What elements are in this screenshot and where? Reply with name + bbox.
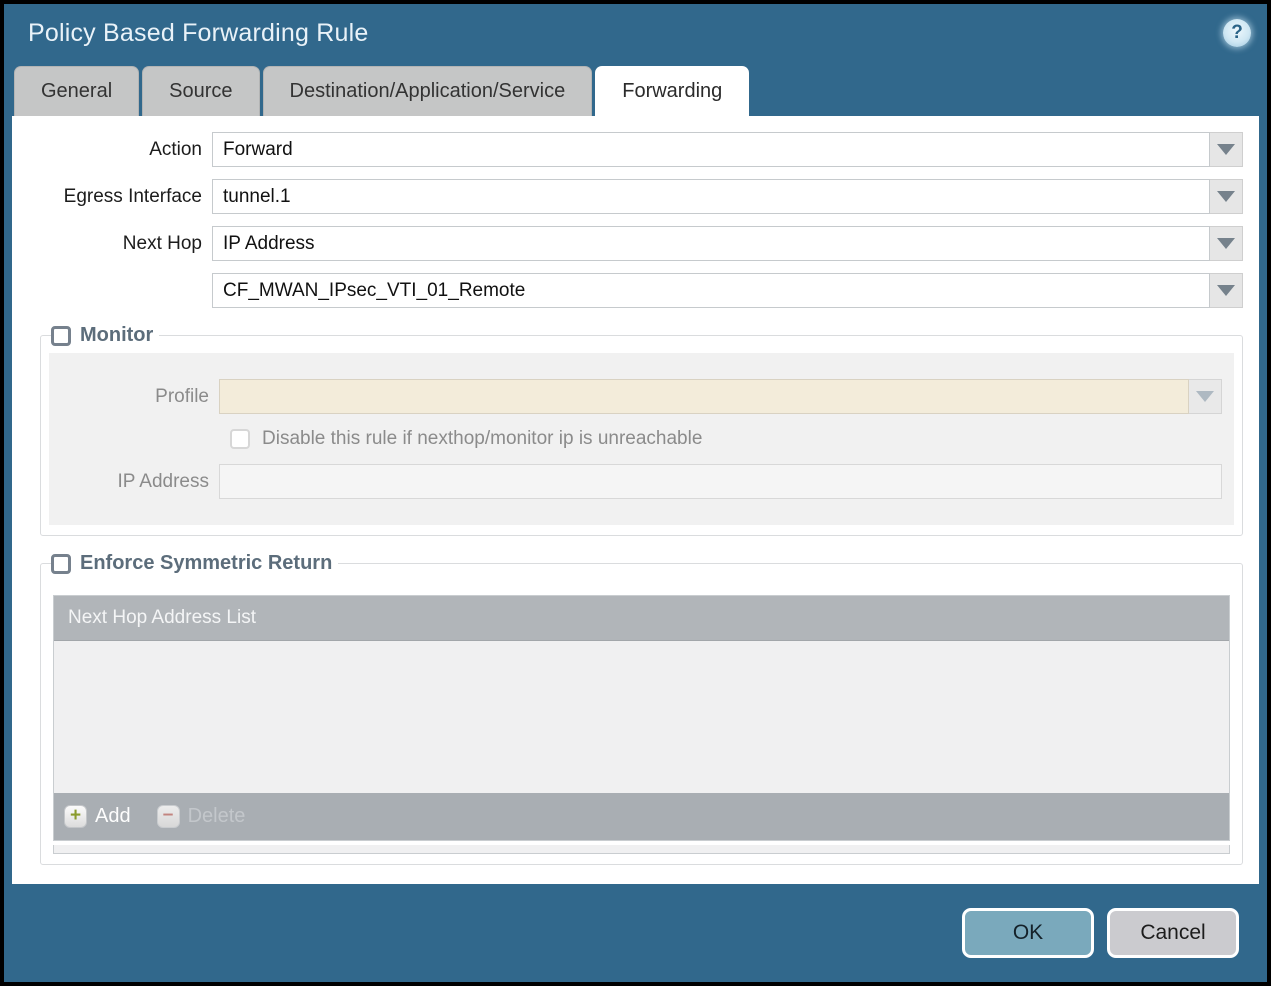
tab-general[interactable]: General [14, 66, 140, 116]
tab-forwarding[interactable]: Forwarding [595, 66, 750, 116]
profile-select [219, 379, 1189, 414]
chevron-down-icon [1217, 191, 1235, 202]
egress-interface-label: Egress Interface [63, 185, 202, 207]
delete-button: – Delete [156, 805, 246, 828]
chevron-down-icon [1217, 144, 1235, 155]
chevron-down-icon [1217, 285, 1235, 296]
add-button[interactable]: + Add [64, 805, 131, 828]
tab-destination-application-service[interactable]: Destination/Application/Service [262, 66, 593, 116]
monitor-checkbox[interactable] [51, 325, 71, 346]
delete-button-label: Delete [187, 805, 246, 827]
chevron-down-icon [1196, 391, 1214, 402]
monitor-legend: Monitor [51, 324, 159, 347]
action-label: Action [149, 138, 202, 160]
monitor-ip-address-row: IP Address [49, 464, 1234, 499]
tab-source[interactable]: Source [142, 66, 260, 116]
monitor-fieldset: Monitor Profile Disable this rule if nex… [40, 324, 1243, 536]
next-hop-address-list-toolbar: + Add – Delete [54, 793, 1229, 840]
disable-rule-row: Disable this rule if nexthop/monitor ip … [230, 428, 1234, 450]
enforce-symmetric-return-legend-label: Enforce Symmetric Return [80, 552, 333, 574]
next-hop-address-dropdown-button[interactable] [1210, 273, 1243, 308]
monitor-ip-address-input [219, 464, 1222, 499]
next-hop-address-list-header: Next Hop Address List [54, 596, 1229, 641]
chevron-down-icon [1217, 238, 1235, 249]
egress-interface-row: Egress Interface tunnel.1 [12, 179, 1259, 214]
profile-row: Profile [49, 379, 1234, 414]
forwarding-tab-panel: Action Forward Egress Interface tunnel.1… [12, 116, 1259, 884]
tab-bar: General Source Destination/Application/S… [4, 62, 1267, 116]
next-hop-address-select[interactable]: CF_MWAN_IPsec_VTI_01_Remote [212, 273, 1210, 308]
policy-based-forwarding-rule-dialog: Policy Based Forwarding Rule ? General S… [4, 4, 1267, 982]
profile-dropdown-button [1189, 379, 1222, 414]
plus-icon: + [64, 805, 87, 828]
enforce-symmetric-return-fieldset: Enforce Symmetric Return Next Hop Addres… [40, 552, 1243, 865]
egress-interface-dropdown-button[interactable] [1210, 179, 1243, 214]
table-bottom-strip [53, 845, 1230, 854]
next-hop-address-list-table: Next Hop Address List + Add – Delete [53, 595, 1230, 841]
ok-button[interactable]: OK [962, 908, 1094, 958]
egress-interface-select[interactable]: tunnel.1 [212, 179, 1210, 214]
monitor-disabled-panel: Profile Disable this rule if nexthop/mon… [49, 353, 1234, 525]
next-hop-type-select[interactable]: IP Address [212, 226, 1210, 261]
next-hop-address-list-body[interactable] [54, 641, 1229, 793]
dialog-title: Policy Based Forwarding Rule [28, 18, 369, 47]
monitor-legend-label: Monitor [80, 324, 154, 346]
action-dropdown-button[interactable] [1210, 132, 1243, 167]
next-hop-address-row: CF_MWAN_IPsec_VTI_01_Remote [12, 273, 1259, 308]
minus-icon: – [156, 805, 180, 828]
title-bar: Policy Based Forwarding Rule ? [4, 4, 1267, 62]
profile-label: Profile [155, 385, 209, 407]
enforce-symmetric-return-checkbox[interactable] [51, 553, 71, 574]
help-icon[interactable]: ? [1223, 19, 1251, 47]
enforce-symmetric-return-legend: Enforce Symmetric Return [51, 552, 338, 575]
disable-rule-checkbox [230, 429, 250, 449]
next-hop-label: Next Hop [122, 232, 202, 254]
add-button-label: Add [95, 805, 131, 827]
next-hop-row: Next Hop IP Address [12, 226, 1259, 261]
disable-rule-label: Disable this rule if nexthop/monitor ip … [262, 428, 703, 449]
dialog-footer: OK Cancel [4, 884, 1267, 982]
action-row: Action Forward [12, 132, 1259, 167]
cancel-button[interactable]: Cancel [1107, 908, 1239, 958]
monitor-ip-address-label: IP Address [117, 470, 209, 492]
next-hop-dropdown-button[interactable] [1210, 226, 1243, 261]
action-select[interactable]: Forward [212, 132, 1210, 167]
